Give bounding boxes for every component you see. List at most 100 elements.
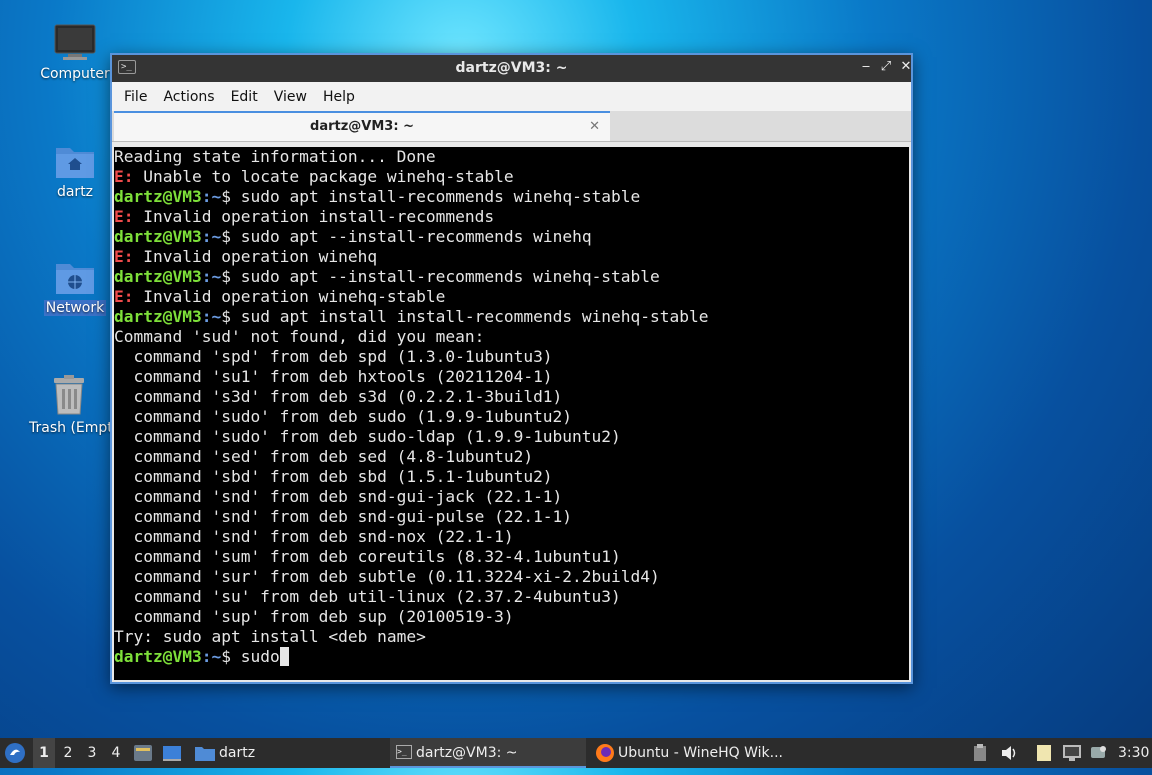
prompt-user: dartz@VM3 bbox=[114, 267, 202, 286]
prompt-symbol: $ bbox=[221, 187, 241, 206]
terminal-line: command 'sudo' from deb sudo (1.9.9-1ubu… bbox=[114, 407, 909, 427]
line-text: sudo apt install-recommends winehq-stabl… bbox=[240, 187, 641, 206]
taskbar-folder-dartz[interactable]: dartz bbox=[193, 738, 299, 768]
minimize-button[interactable]: ‒ bbox=[858, 59, 874, 74]
show-desktop-icon[interactable] bbox=[162, 738, 184, 768]
terminal-line: command 'snd' from deb snd-gui-pulse (22… bbox=[114, 507, 909, 527]
line-text: command 'sur' from deb subtle (0.11.3224… bbox=[114, 567, 660, 586]
desktop-icon-computer[interactable]: Computer bbox=[27, 24, 123, 82]
terminal-line: command 'sbd' from deb sbd (1.5.1-1ubunt… bbox=[114, 467, 909, 487]
line-text: command 'su1' from deb hxtools (20211204… bbox=[114, 367, 553, 386]
desktop-icon-trash[interactable]: Trash (Empty) bbox=[27, 374, 111, 436]
taskbar-task-terminal[interactable]: >_ dartz@VM3: ~ bbox=[390, 738, 586, 768]
menu-view[interactable]: View bbox=[266, 89, 315, 105]
line-text: command 'snd' from deb snd-gui-pulse (22… bbox=[114, 507, 573, 526]
terminal-output[interactable]: Reading state information... Done E: Unab… bbox=[114, 147, 909, 680]
line-text: command 'sudo' from deb sudo-ldap (1.9.9… bbox=[114, 427, 621, 446]
trash-icon bbox=[48, 374, 90, 416]
terminal-line: command 's3d' from deb s3d (0.2.2.1-3bui… bbox=[114, 387, 909, 407]
line-text: Command 'sud' not found, did you mean: bbox=[114, 327, 485, 346]
terminal-cursor bbox=[279, 647, 289, 666]
prompt-path: :~ bbox=[201, 187, 222, 206]
line-text: sudo apt --install-recommends winehq bbox=[240, 227, 592, 246]
terminal-line: command 'su1' from deb hxtools (20211204… bbox=[114, 367, 909, 387]
file-manager-launcher-icon[interactable] bbox=[133, 738, 155, 768]
error-prefix: E: bbox=[114, 207, 134, 226]
terminal-line: command 'snd' from deb snd-gui-jack (22.… bbox=[114, 487, 909, 507]
clock[interactable]: 3:30 bbox=[1118, 738, 1150, 768]
taskbar-task-firefox-label: Ubuntu - WineHQ Wik... bbox=[618, 745, 783, 761]
line-text: Unable to locate package winehq-stable bbox=[133, 167, 514, 186]
tab-close-icon[interactable]: ✕ bbox=[589, 113, 600, 140]
terminal-line: dartz@VM3:~$ sudo apt --install-recommen… bbox=[114, 227, 909, 247]
terminal-line: command 'sudo' from deb sudo-ldap (1.9.9… bbox=[114, 427, 909, 447]
workspace-4[interactable]: 4 bbox=[105, 738, 127, 768]
prompt-user: dartz@VM3 bbox=[114, 647, 202, 666]
prompt-path: :~ bbox=[201, 647, 222, 666]
prompt-path: :~ bbox=[201, 307, 222, 326]
taskbar-task-terminal-label: dartz@VM3: ~ bbox=[416, 745, 518, 761]
terminal-line: E: Invalid operation winehq bbox=[114, 247, 909, 267]
terminal-line: command 'snd' from deb snd-nox (22.1-1) bbox=[114, 527, 909, 547]
taskbar-folder-label: dartz bbox=[219, 745, 256, 761]
tab-bar: dartz@VM3: ~ ✕ bbox=[112, 111, 911, 142]
notes-icon[interactable] bbox=[1036, 738, 1056, 768]
terminal-line: Try: sudo apt install <deb name> bbox=[114, 627, 909, 647]
terminal-line: command 'sur' from deb subtle (0.11.3224… bbox=[114, 567, 909, 587]
menu-edit[interactable]: Edit bbox=[223, 89, 266, 105]
menu-actions[interactable]: Actions bbox=[155, 89, 222, 105]
taskbar-task-firefox[interactable]: Ubuntu - WineHQ Wik... bbox=[592, 738, 818, 768]
window-titlebar[interactable]: >_ dartz@VM3: ~ ‒ ⤢ ✕ bbox=[112, 55, 911, 82]
terminal-line: E: Invalid operation winehq-stable bbox=[114, 287, 909, 307]
line-text: sud apt install install-recommends wineh… bbox=[240, 307, 709, 326]
line-text: Invalid operation winehq bbox=[133, 247, 378, 266]
prompt-user: dartz@VM3 bbox=[114, 307, 202, 326]
folder-icon bbox=[195, 747, 215, 761]
desktop-icon-home[interactable]: dartz bbox=[27, 142, 123, 200]
menu-help[interactable]: Help bbox=[315, 89, 363, 105]
prompt-symbol: $ bbox=[221, 647, 241, 666]
line-text: command 'sum' from deb coreutils (8.32-4… bbox=[114, 547, 621, 566]
prompt-symbol: $ bbox=[221, 267, 241, 286]
workspace-3[interactable]: 3 bbox=[81, 738, 103, 768]
line-text: command 'spd' from deb spd (1.3.0-1ubunt… bbox=[114, 347, 553, 366]
line-text: Reading state information... Done bbox=[114, 147, 436, 166]
line-text: sudo bbox=[240, 647, 280, 666]
line-text: command 'snd' from deb snd-nox (22.1-1) bbox=[114, 527, 514, 546]
network-status-icon[interactable] bbox=[1062, 738, 1084, 768]
notification-icon[interactable] bbox=[1090, 738, 1110, 768]
whisker-menu-icon[interactable] bbox=[4, 738, 30, 768]
terminal-line: E: Invalid operation install-recommends bbox=[114, 207, 909, 227]
prompt-path: :~ bbox=[201, 227, 222, 246]
tab-terminal[interactable]: dartz@VM3: ~ ✕ bbox=[114, 111, 610, 141]
terminal-line: command 'sed' from deb sed (4.8-1ubuntu2… bbox=[114, 447, 909, 467]
line-text: command 'sed' from deb sed (4.8-1ubuntu2… bbox=[114, 447, 534, 466]
desktop-label-home: dartz bbox=[56, 184, 94, 200]
terminal-window: >_ dartz@VM3: ~ ‒ ⤢ ✕ File Actions Edit … bbox=[110, 53, 913, 684]
clipboard-icon[interactable] bbox=[972, 738, 992, 768]
workspace-2[interactable]: 2 bbox=[57, 738, 79, 768]
close-button[interactable]: ✕ bbox=[898, 59, 914, 74]
terminal-line: command 'sum' from deb coreutils (8.32-4… bbox=[114, 547, 909, 567]
volume-icon[interactable] bbox=[1000, 738, 1020, 768]
maximize-button[interactable]: ⤢ bbox=[878, 59, 894, 74]
terminal-line: command 'spd' from deb spd (1.3.0-1ubunt… bbox=[114, 347, 909, 367]
prompt-symbol: $ bbox=[221, 307, 241, 326]
workspace-1[interactable]: 1 bbox=[33, 738, 55, 768]
prompt-path: :~ bbox=[201, 267, 222, 286]
line-text: command 'sup' from deb sup (20100519-3) bbox=[114, 607, 514, 626]
firefox-icon bbox=[596, 744, 614, 762]
line-text: sudo apt --install-recommends winehq-sta… bbox=[240, 267, 660, 286]
taskbar: 1 2 3 4 dartz >_ dartz@VM3: ~ Ubuntu - W… bbox=[0, 738, 1152, 768]
computer-icon bbox=[54, 24, 96, 62]
line-text: Invalid operation install-recommends bbox=[133, 207, 495, 226]
menu-file[interactable]: File bbox=[116, 89, 155, 105]
prompt-symbol: $ bbox=[221, 227, 241, 246]
window-title: dartz@VM3: ~ bbox=[455, 60, 568, 76]
desktop-icon-network[interactable]: Network bbox=[27, 258, 123, 316]
error-prefix: E: bbox=[114, 167, 134, 186]
line-text: command 's3d' from deb s3d (0.2.2.1-3bui… bbox=[114, 387, 563, 406]
desktop-label-trash: Trash (Empty) bbox=[29, 420, 111, 436]
desktop-label-network: Network bbox=[43, 300, 107, 316]
prompt-user: dartz@VM3 bbox=[114, 227, 202, 246]
